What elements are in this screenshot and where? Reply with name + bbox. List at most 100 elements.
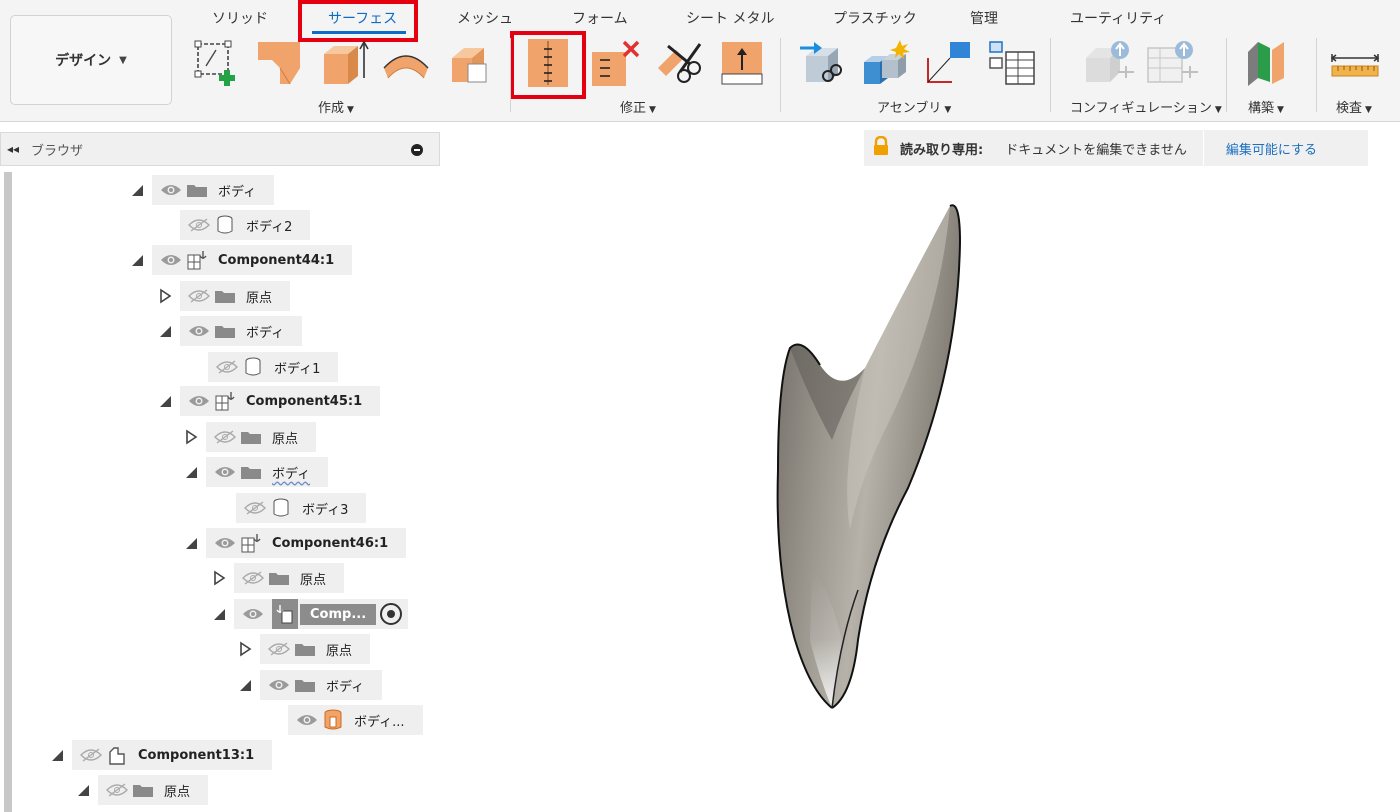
collapse-panel-icon[interactable]: ◂◂ xyxy=(7,142,19,156)
tab-surface[interactable]: サーフェス xyxy=(328,8,397,28)
tab-form[interactable]: フォーム xyxy=(572,8,628,28)
eye-icon[interactable] xyxy=(240,599,266,629)
eye-hidden-icon[interactable] xyxy=(214,352,240,382)
patch-icon[interactable] xyxy=(442,36,498,90)
tree-node-bodies[interactable]: ボディ xyxy=(152,175,275,205)
expand-toggle[interactable] xyxy=(180,422,202,452)
tree-node-component[interactable]: Component44:1 xyxy=(152,245,353,275)
body-icon xyxy=(240,352,266,382)
eye-icon[interactable] xyxy=(186,386,212,416)
eye-icon[interactable] xyxy=(158,245,184,275)
browser-header: ◂◂ ブラウザ xyxy=(0,132,440,166)
make-editable-link[interactable]: 編集可能にする xyxy=(1226,139,1317,158)
expand-toggle[interactable] xyxy=(126,175,148,205)
folder-icon xyxy=(266,563,292,593)
expand-toggle[interactable] xyxy=(72,775,94,805)
expand-toggle[interactable] xyxy=(154,316,176,346)
expand-toggle[interactable] xyxy=(180,457,202,487)
workspace-dropdown[interactable]: デザイン ▼ xyxy=(10,15,172,105)
eye-icon[interactable] xyxy=(186,316,212,346)
group-modify[interactable]: 修正 ▼ xyxy=(620,97,656,116)
expand-toggle[interactable] xyxy=(234,634,256,664)
eye-hidden-icon[interactable] xyxy=(186,281,212,311)
tree-node-component[interactable]: Component13:1 xyxy=(72,740,273,770)
tab-plastic[interactable]: プラスチック xyxy=(833,8,917,28)
tree-node-component[interactable]: Component45:1 xyxy=(180,386,381,416)
expand-toggle[interactable] xyxy=(208,599,230,629)
config-table-icon[interactable] xyxy=(1144,36,1200,90)
tree-node-body-item[interactable]: ボディ2 xyxy=(180,210,311,240)
activate-radio-icon[interactable] xyxy=(380,603,403,625)
tab-mesh[interactable]: メッシュ xyxy=(457,8,513,28)
expand-toggle[interactable] xyxy=(234,670,256,700)
tab-solid[interactable]: ソリッド xyxy=(212,8,268,28)
body-icon xyxy=(268,493,294,523)
create-sketch-icon[interactable] xyxy=(190,36,246,90)
table-icon[interactable] xyxy=(984,36,1040,90)
eye-hidden-icon[interactable] xyxy=(212,422,238,452)
tree-node-bodies[interactable]: ボディ xyxy=(260,670,383,700)
group-inspect[interactable]: 検査 ▼ xyxy=(1336,97,1372,116)
tree-node-bodies[interactable]: ボディ xyxy=(180,316,303,346)
new-component-icon[interactable] xyxy=(796,36,852,90)
expand-toggle[interactable] xyxy=(126,245,148,275)
tab-sheet-metal[interactable]: シート メタル xyxy=(686,8,774,28)
expand-toggle[interactable] xyxy=(46,740,68,770)
trim-icon[interactable] xyxy=(652,36,708,90)
expand-toggle[interactable] xyxy=(154,386,176,416)
tree-node-origin[interactable]: 原点 xyxy=(260,634,371,664)
stitch-icon[interactable] xyxy=(520,36,576,90)
eye-icon[interactable] xyxy=(158,175,184,205)
tab-manage[interactable]: 管理 xyxy=(970,8,998,28)
measure-icon[interactable] xyxy=(1328,36,1384,90)
tree-node-body-item[interactable]: ボディ1 xyxy=(208,352,339,382)
group-assemble[interactable]: アセンブリ ▼ xyxy=(877,97,951,116)
thicken-icon[interactable] xyxy=(316,36,372,90)
group-construct[interactable]: 構築 ▼ xyxy=(1248,97,1284,116)
expand-toggle[interactable] xyxy=(154,281,176,311)
tree-node-origin[interactable]: 原点 xyxy=(206,422,317,452)
group-configuration[interactable]: コンフィギュレーション ▼ xyxy=(1070,97,1222,116)
tree-node-origin[interactable]: 原点 xyxy=(234,563,345,593)
group-modify-label: 修正 xyxy=(620,101,647,116)
eye-icon[interactable] xyxy=(212,457,238,487)
surface-model[interactable] xyxy=(440,170,1400,812)
extrude-icon[interactable] xyxy=(252,36,308,90)
offset-plane-icon[interactable] xyxy=(1240,36,1296,90)
configure-icon[interactable] xyxy=(1080,36,1136,90)
folder-icon xyxy=(238,422,264,452)
tab-utilities[interactable]: ユーティリティ xyxy=(1070,8,1166,28)
tree-node-body-item[interactable]: ボディ3 xyxy=(236,493,367,523)
unstitch-icon[interactable] xyxy=(588,36,644,90)
eye-hidden-icon[interactable] xyxy=(78,740,104,770)
active-tab-indicator xyxy=(312,31,406,34)
eye-hidden-icon[interactable] xyxy=(242,493,268,523)
group-separator xyxy=(510,38,511,112)
3d-viewport[interactable] xyxy=(440,170,1400,812)
tree-node-label: ボディ3 xyxy=(302,502,349,518)
tree-node-origin[interactable]: 原点 xyxy=(180,281,291,311)
eye-hidden-icon[interactable] xyxy=(186,210,212,240)
joint-icon[interactable] xyxy=(858,36,914,90)
expand-toggle[interactable] xyxy=(180,528,202,558)
eye-hidden-icon[interactable] xyxy=(266,634,292,664)
revolve-sweep-icon[interactable] xyxy=(378,36,434,90)
tree-node-bodies[interactable]: ボディ xyxy=(206,457,329,487)
minimize-browser-icon[interactable] xyxy=(411,144,423,156)
tree-node-surface-body[interactable]: ボディ... xyxy=(288,705,423,735)
tree-node-component[interactable]: Component46:1 xyxy=(206,528,407,558)
eye-hidden-icon[interactable] xyxy=(104,775,130,805)
group-create[interactable]: 作成 ▼ xyxy=(318,97,354,116)
eye-hidden-icon[interactable] xyxy=(240,563,266,593)
tree-node-active-component[interactable]: Comp... xyxy=(234,599,409,629)
tree-node-origin[interactable]: 原点 xyxy=(98,775,209,805)
rigid-group-icon[interactable] xyxy=(920,36,976,90)
folder-icon xyxy=(184,175,210,205)
tree-node-label: ボディ... xyxy=(354,714,405,730)
eye-icon[interactable] xyxy=(266,670,292,700)
eye-icon[interactable] xyxy=(212,528,238,558)
folder-icon xyxy=(130,775,156,805)
extend-icon[interactable] xyxy=(714,36,770,90)
expand-toggle[interactable] xyxy=(208,563,230,593)
eye-icon[interactable] xyxy=(294,705,320,735)
